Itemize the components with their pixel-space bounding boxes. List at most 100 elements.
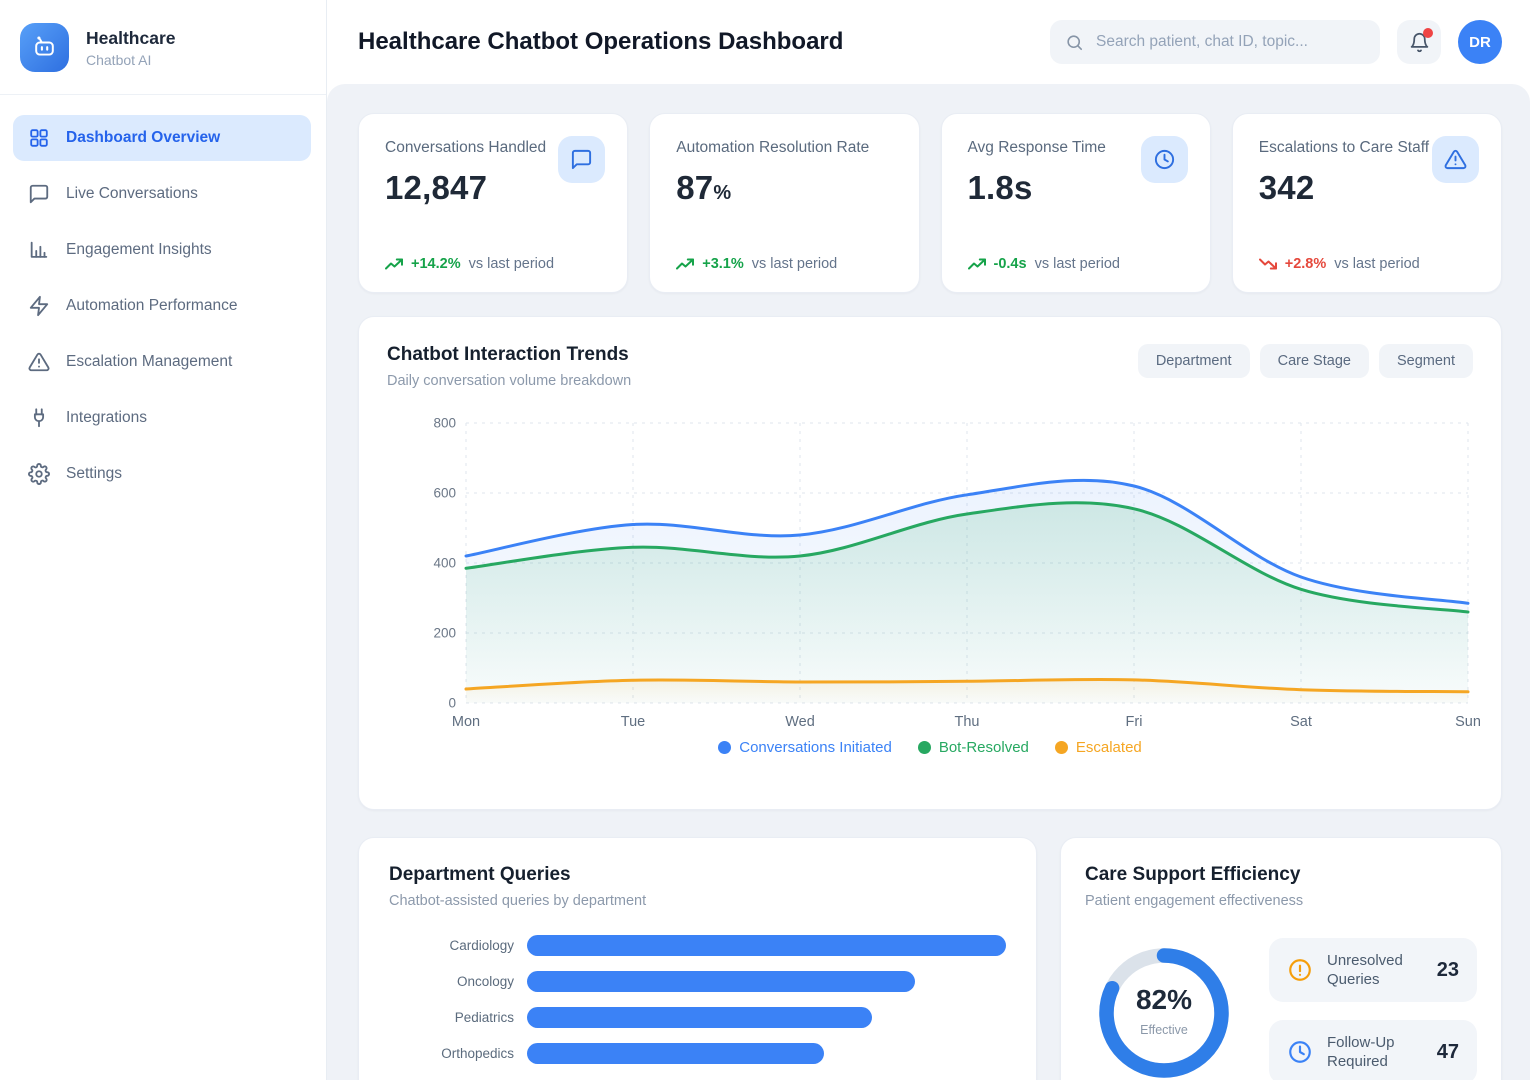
chart-legend: Conversations Initiated Bot-Resolved Esc… [387,739,1473,756]
care-stats: UnresolvedQueries 23 Follow-UpRequired 4… [1269,938,1477,1080]
trend-chart-subtitle: Daily conversation volume breakdown [387,373,631,389]
svg-text:600: 600 [433,486,456,501]
chat-icon [28,183,50,205]
donut-caption: Effective [1140,1023,1188,1037]
search-box [1050,20,1380,64]
sidebar-item-settings[interactable]: Settings [13,451,311,497]
sidebar-item-label: Escalation Management [66,353,232,371]
search-input[interactable] [1094,32,1365,52]
header: Healthcare Chatbot Operations Dashboard [327,0,1530,84]
line-chart-svg: 0200400600800MonTueWedThuFriSatSun [387,409,1475,731]
trend-down-icon [1259,257,1277,271]
notification-badge [1423,28,1433,38]
legend-label: Escalated [1076,739,1142,756]
bar-area [527,935,1006,956]
kpi-card-automation-resolution-rate: Automation Resolution Rate 87% +3.1% vs … [649,113,919,293]
trend-chart-filters: Department Care Stage Segment [1138,344,1473,378]
bar-label: Oncology [389,974,514,989]
stat-value: 47 [1437,1041,1459,1064]
svg-text:200: 200 [433,626,456,641]
gear-icon [28,463,50,485]
sidebar-item-escalation-management[interactable]: Escalation Management [13,339,311,385]
content: Conversations Handled 12,847 +14.2% vs l… [327,84,1530,1080]
clock-icon [1287,1039,1313,1065]
plug-icon [28,407,50,429]
brand-text: Healthcare Chatbot AI [86,28,176,68]
bar-area [527,971,1006,992]
care-efficiency-body: 82% Effective UnresolvedQueries 23 Follo… [1085,919,1477,1080]
avatar[interactable]: DR [1458,20,1502,64]
kpi-trend-delta: -0.4s [994,256,1027,272]
donut-svg: 82% Effective [1098,947,1230,1079]
department-bar-chart: Cardiology Oncology Pediatrics Orthopedi… [389,935,1006,1064]
sidebar-item-label: Integrations [66,409,147,427]
bar-label: Pediatrics [389,1010,514,1025]
kpi-trend-period: vs last period [752,256,837,272]
svg-text:Thu: Thu [955,714,980,730]
search-icon [1065,33,1084,52]
trend-chart-title: Chatbot Interaction Trends [387,344,631,366]
chat-icon [570,148,593,171]
kpi-icon-chip [558,136,605,183]
svg-text:Tue: Tue [621,714,645,730]
legend-item-conversations-initiated[interactable]: Conversations Initiated [718,739,892,756]
kpi-label: Conversations Handled [385,138,557,159]
kpi-card-conversations-handled: Conversations Handled 12,847 +14.2% vs l… [358,113,628,293]
donut-value: 82% [1136,984,1192,1015]
stat-value: 23 [1437,959,1459,982]
legend-label: Bot-Resolved [939,739,1029,756]
kpi-trend: +14.2% vs last period [385,256,605,272]
bottom-row: Department Queries Chatbot-assisted quer… [358,837,1502,1080]
bar-row-cardiology: Cardiology [389,935,1006,956]
kpi-trend-delta: +14.2% [411,256,461,272]
sidebar-item-label: Automation Performance [66,297,237,315]
bar-fill-cardiology [527,935,1006,956]
bar-fill-pediatrics [527,1007,872,1028]
legend-item-escalated[interactable]: Escalated [1055,739,1142,756]
legend-item-bot-resolved[interactable]: Bot-Resolved [918,739,1029,756]
sidebar-item-live-conversations[interactable]: Live Conversations [13,171,311,217]
notifications-button[interactable] [1397,20,1441,64]
svg-text:400: 400 [433,556,456,571]
svg-text:Wed: Wed [785,714,815,730]
brand: Healthcare Chatbot AI [0,0,326,94]
sidebar-item-label: Settings [66,465,122,483]
trend-up-icon [385,257,403,271]
trend-chart-titles: Chatbot Interaction Trends Daily convers… [387,344,631,389]
clock-icon [1153,148,1176,171]
filter-pill-care-stage[interactable]: Care Stage [1260,344,1369,378]
department-queries-subtitle: Chatbot-assisted queries by department [389,893,1006,909]
sidebar-item-automation-performance[interactable]: Automation Performance [13,283,311,329]
svg-text:Mon: Mon [452,714,480,730]
filter-pill-segment[interactable]: Segment [1379,344,1473,378]
bar-area [527,1007,1006,1028]
kpi-label: Automation Resolution Rate [676,138,896,159]
alert-triangle-icon [1444,148,1467,171]
trend-up-icon [968,257,986,271]
sidebar-item-dashboard-overview[interactable]: Dashboard Overview [13,115,311,161]
effectiveness-donut: 82% Effective [1089,947,1239,1079]
bar-row-orthopedics: Orthopedics [389,1043,1006,1064]
kpi-row: Conversations Handled 12,847 +14.2% vs l… [358,113,1502,293]
line-chart: 0200400600800MonTueWedThuFriSatSun [387,409,1473,731]
stat-label: Follow-UpRequired [1327,1033,1423,1072]
app-subtitle: Chatbot AI [86,52,176,68]
kpi-icon-chip [1141,136,1188,183]
filter-pill-department[interactable]: Department [1138,344,1250,378]
bar-fill-orthopedics [527,1043,824,1064]
svg-text:Sat: Sat [1290,714,1312,730]
zap-icon [28,295,50,317]
kpi-card-avg-response-time: Avg Response Time 1.8s -0.4s vs last per… [941,113,1211,293]
trend-chart-card: Chatbot Interaction Trends Daily convers… [358,316,1502,810]
sidebar-item-label: Live Conversations [66,185,198,203]
dashboard-grid-icon [28,127,50,149]
sidebar-item-engagement-insights[interactable]: Engagement Insights [13,227,311,273]
bar-area [527,1043,1006,1064]
bar-label: Cardiology [389,938,514,953]
trend-up-icon [676,257,694,271]
bar-fill-oncology [527,971,915,992]
legend-dot [1055,741,1068,754]
sidebar-nav: Dashboard Overview Live Conversations En… [0,95,326,497]
bar-label: Orthopedics [389,1046,514,1061]
sidebar-item-integrations[interactable]: Integrations [13,395,311,441]
